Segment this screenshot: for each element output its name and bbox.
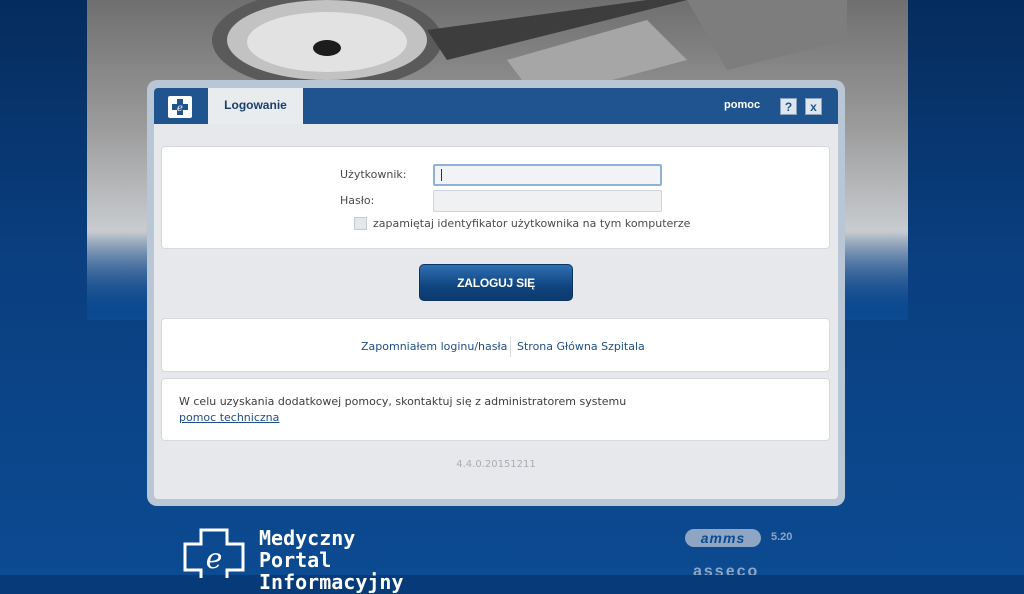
tech-support-link[interactable]: pomoc techniczna xyxy=(179,411,279,424)
username-label: Użytkownik: xyxy=(340,168,407,181)
hospital-home-link[interactable]: Strona Główna Szpitala xyxy=(517,340,645,353)
help-link[interactable]: pomoc xyxy=(724,99,760,111)
portal-brand-text: Medyczny Portal Informacyjny xyxy=(259,527,404,593)
close-button[interactable]: x xyxy=(805,98,822,115)
login-form-panel: Użytkownik: Hasło: zapamiętaj identyfika… xyxy=(161,146,830,249)
remember-label[interactable]: zapamiętaj identyfikator użytkownika na … xyxy=(373,217,690,230)
portal-logo-icon: e xyxy=(183,528,245,578)
forgot-password-link[interactable]: Zapomniałem loginu/hasła xyxy=(361,340,507,353)
brand-line-2: Portal xyxy=(259,548,332,572)
brand-line-1: Medyczny xyxy=(259,526,356,550)
amms-version: 5.20 xyxy=(771,531,793,543)
help-panel: W celu uzyskania dodatkowej pomocy, skon… xyxy=(161,378,830,441)
brand-line-3: Informacyjny xyxy=(259,570,404,594)
dialog-header: e Logowanie pomoc ? x xyxy=(154,88,838,124)
text-caret xyxy=(441,169,442,181)
svg-text:e: e xyxy=(177,103,183,114)
version-label: 4.4.0.20151211 xyxy=(456,459,536,470)
asseco-logo: asseco xyxy=(693,564,760,575)
link-separator xyxy=(510,337,511,357)
app-logo-icon: e xyxy=(168,96,192,118)
login-button[interactable]: ZALOGUJ SIĘ xyxy=(419,264,573,301)
password-label: Hasło: xyxy=(340,194,375,207)
help-button[interactable]: ? xyxy=(780,98,797,115)
remember-checkbox[interactable] xyxy=(354,217,367,230)
password-input[interactable] xyxy=(433,190,662,212)
username-input[interactable] xyxy=(433,164,662,186)
amms-logo: amms xyxy=(685,529,761,547)
help-text: W celu uzyskania dodatkowej pomocy, skon… xyxy=(179,395,627,408)
tab-logowanie[interactable]: Logowanie xyxy=(208,88,303,124)
links-panel: Zapomniałem loginu/hasła Strona Główna S… xyxy=(161,318,830,372)
svg-text:e: e xyxy=(206,542,223,575)
login-dialog: e Logowanie pomoc ? x Użytkownik: Hasło:… xyxy=(154,88,838,499)
